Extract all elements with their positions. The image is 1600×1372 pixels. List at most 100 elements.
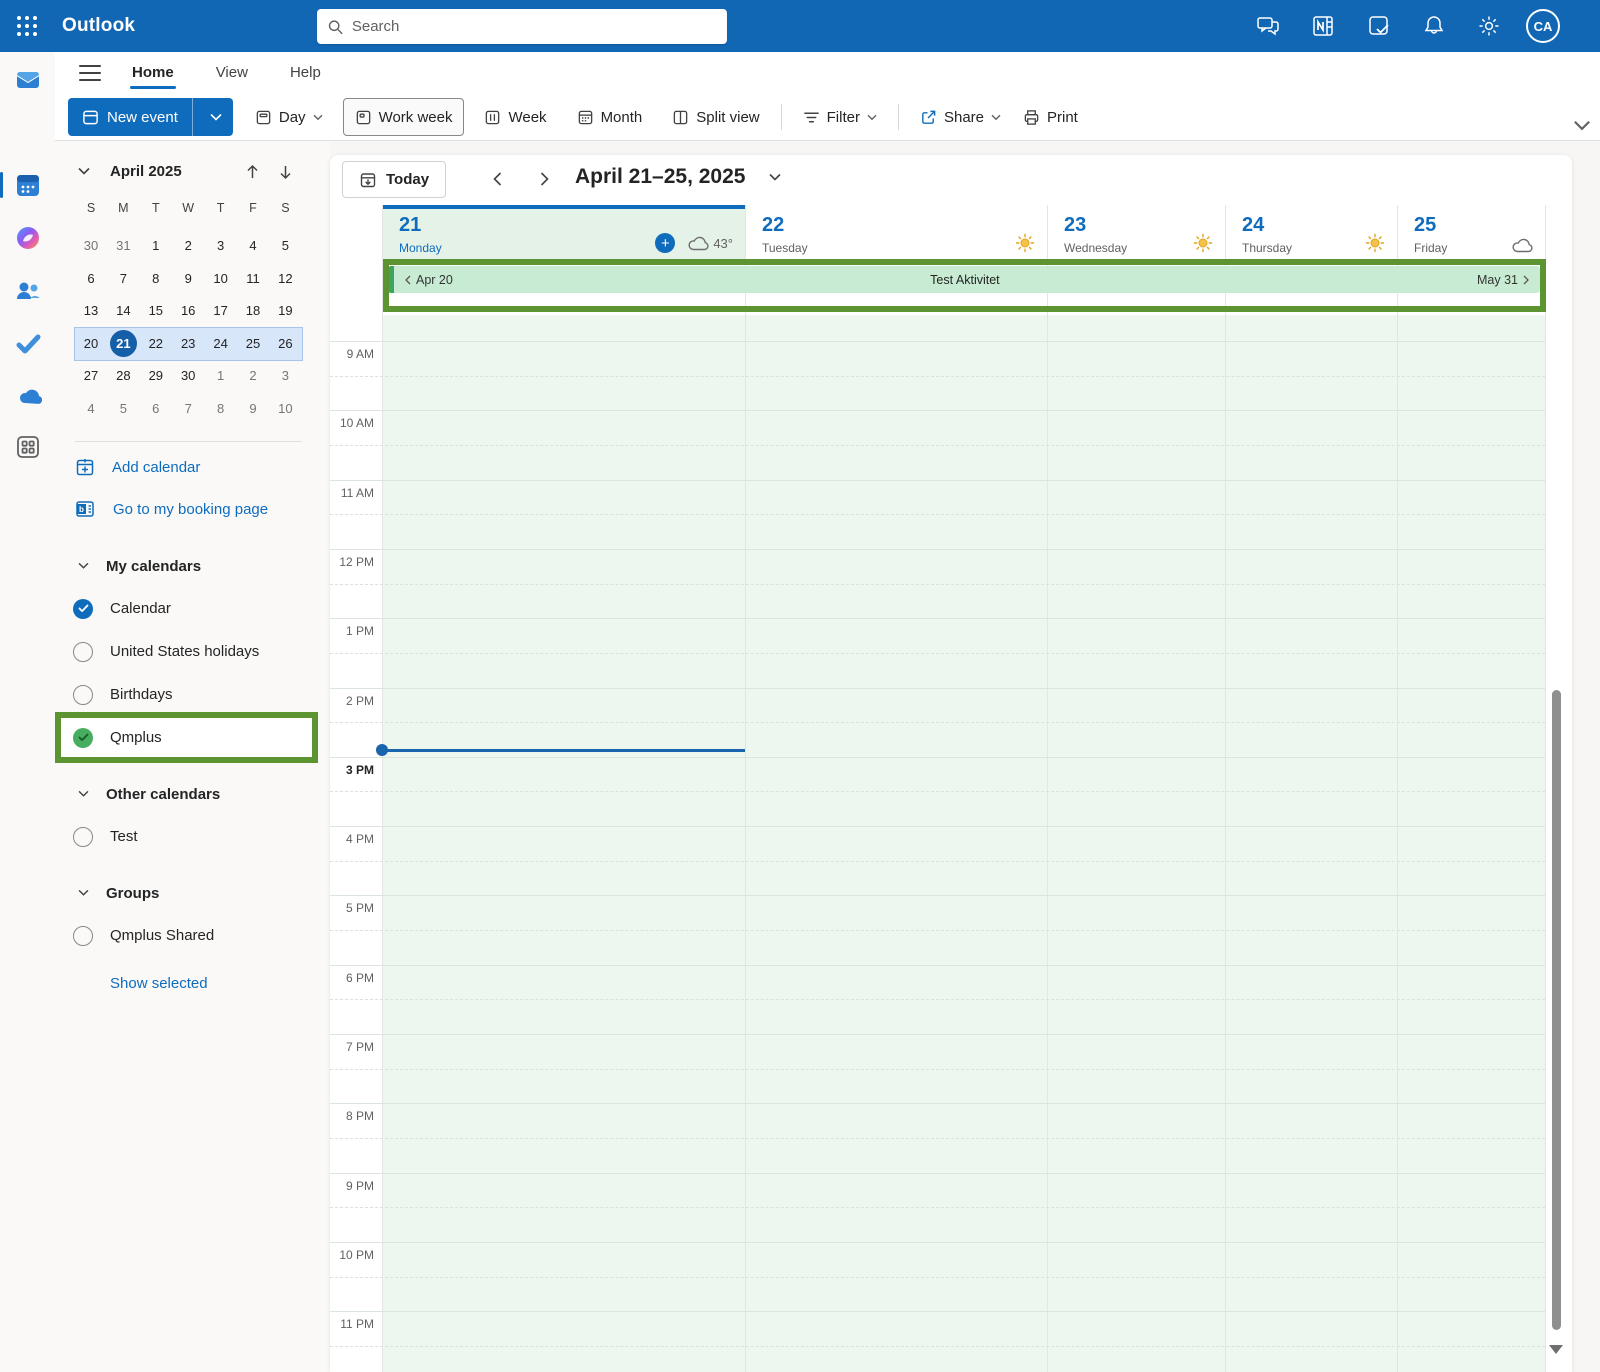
calendar-item-test[interactable]: Test: [55, 815, 330, 858]
section-header-other-calendars[interactable]: Other calendars: [55, 773, 330, 815]
app-launcher-icon[interactable]: [0, 0, 54, 52]
mini-day[interactable]: 6: [140, 393, 172, 425]
mini-day[interactable]: 3: [205, 230, 237, 262]
mini-day[interactable]: 29: [140, 360, 172, 392]
mini-day[interactable]: 6: [75, 263, 107, 295]
account-avatar[interactable]: CA: [1526, 9, 1560, 43]
mini-day-selected[interactable]: 21: [109, 330, 137, 357]
mini-day[interactable]: 10: [269, 393, 301, 425]
mini-day[interactable]: 30: [172, 360, 204, 392]
mini-calendar-next-icon[interactable]: [278, 164, 293, 180]
tab-home[interactable]: Home: [130, 60, 176, 89]
date-range-dropdown-icon[interactable]: [768, 173, 782, 182]
apps-icon[interactable]: [14, 433, 42, 461]
day-header-friday[interactable]: 25 Friday: [1398, 205, 1545, 260]
calendar-unchecked-icon[interactable]: [73, 641, 93, 662]
mini-day[interactable]: 19: [269, 295, 301, 327]
calendar-item-calendar[interactable]: Calendar: [55, 587, 330, 630]
mini-day[interactable]: 7: [107, 263, 139, 295]
mini-day[interactable]: 8: [140, 263, 172, 295]
mini-day[interactable]: 15: [140, 295, 172, 327]
scrollbar-down-arrow[interactable]: [1549, 1345, 1563, 1354]
mini-day[interactable]: 22: [140, 328, 172, 360]
mini-day[interactable]: 27: [75, 360, 107, 392]
search-box[interactable]: [317, 9, 727, 44]
todo-icon[interactable]: [14, 330, 42, 358]
mini-day[interactable]: 9: [237, 393, 269, 425]
section-header-groups[interactable]: Groups: [55, 872, 330, 914]
mini-day[interactable]: 23: [172, 328, 204, 360]
mini-day[interactable]: 20: [75, 328, 107, 360]
onedrive-icon[interactable]: [14, 383, 42, 411]
day-header-thursday[interactable]: 24 Thursday: [1226, 205, 1397, 260]
settings-gear-icon[interactable]: [1476, 13, 1502, 39]
vertical-scrollbar-thumb[interactable]: [1552, 690, 1561, 1330]
copilot-icon[interactable]: [14, 224, 42, 252]
date-range-title[interactable]: April 21–25, 2025: [575, 165, 745, 189]
mini-day[interactable]: 13: [75, 295, 107, 327]
people-icon[interactable]: [14, 277, 42, 305]
new-event-dropdown[interactable]: [200, 98, 233, 136]
quick-add-event-button[interactable]: +: [655, 233, 676, 253]
mini-day[interactable]: 4: [237, 230, 269, 262]
mini-day[interactable]: 8: [205, 393, 237, 425]
mini-calendar-prev-icon[interactable]: [245, 164, 260, 180]
mini-day[interactable]: 26: [269, 328, 301, 360]
next-week-icon[interactable]: [533, 168, 555, 190]
mini-day[interactable]: 7: [172, 393, 204, 425]
chat-icon[interactable]: [1255, 13, 1281, 39]
mini-day[interactable]: 1: [205, 360, 237, 392]
calendar-unchecked-icon[interactable]: [73, 925, 93, 946]
calendar-checked-icon[interactable]: [73, 727, 93, 748]
view-month-button[interactable]: Month: [566, 98, 654, 136]
mini-day[interactable]: 12: [269, 263, 301, 295]
mini-day[interactable]: 5: [107, 393, 139, 425]
view-work-week-button[interactable]: Work week: [342, 98, 465, 136]
mini-day[interactable]: 11: [237, 263, 269, 295]
day-header-wednesday[interactable]: 23 Wednesday: [1048, 205, 1225, 260]
calendar-item-united-states-holidays[interactable]: United States holidays: [55, 630, 330, 673]
mini-day[interactable]: 1: [140, 230, 172, 262]
share-button[interactable]: Share: [909, 98, 1012, 136]
day-header-tuesday[interactable]: 22 Tuesday: [746, 205, 1047, 260]
onenote-icon[interactable]: [1310, 13, 1336, 39]
print-button[interactable]: Print: [1012, 98, 1089, 136]
today-button[interactable]: Today: [342, 161, 447, 198]
mini-day[interactable]: 24: [205, 328, 237, 360]
calendar-checked-icon[interactable]: [73, 598, 93, 619]
mini-day[interactable]: 2: [172, 230, 204, 262]
view-week-button[interactable]: Week: [473, 98, 557, 136]
section-header-my-calendars[interactable]: My calendars: [55, 545, 330, 587]
mini-day[interactable]: 17: [205, 295, 237, 327]
search-input[interactable]: [351, 18, 717, 35]
view-split-button[interactable]: Split view: [661, 98, 770, 136]
previous-week-icon[interactable]: [487, 168, 509, 190]
calendar-unchecked-icon[interactable]: [73, 826, 93, 847]
view-day-button[interactable]: Day: [244, 98, 334, 136]
mini-calendar-collapse-icon[interactable]: [77, 167, 91, 176]
calendar-item-qmplus[interactable]: Qmplus: [55, 712, 330, 763]
mini-day[interactable]: 2: [237, 360, 269, 392]
todo-check-icon[interactable]: [1366, 13, 1392, 39]
add-calendar-link[interactable]: Add calendar: [55, 453, 200, 481]
collapse-ribbon-icon[interactable]: [1572, 118, 1592, 134]
mini-day[interactable]: 14: [107, 295, 139, 327]
all-day-event[interactable]: Apr 20 Test Aktivitet May 31: [388, 266, 1540, 293]
mini-day[interactable]: 5: [269, 230, 301, 262]
hamburger-menu-icon[interactable]: [78, 62, 102, 84]
bell-icon[interactable]: [1421, 13, 1447, 39]
calendar-icon[interactable]: [14, 171, 42, 199]
calendar-item-qmplus-shared[interactable]: Qmplus Shared: [55, 914, 330, 957]
filter-button[interactable]: Filter: [792, 98, 888, 136]
mini-day[interactable]: 31: [107, 230, 139, 262]
mini-day[interactable]: 9: [172, 263, 204, 295]
calendar-unchecked-icon[interactable]: [73, 684, 93, 705]
new-event-button[interactable]: New event: [68, 98, 233, 136]
mini-day[interactable]: 4: [75, 393, 107, 425]
day-header-monday[interactable]: 21 Monday +43°: [383, 205, 745, 260]
mini-calendar-title[interactable]: April 2025: [110, 163, 182, 180]
mini-day[interactable]: 10: [205, 263, 237, 295]
mini-day[interactable]: 3: [269, 360, 301, 392]
mini-day[interactable]: 18: [237, 295, 269, 327]
booking-page-link[interactable]: b Go to my booking page: [55, 495, 268, 523]
